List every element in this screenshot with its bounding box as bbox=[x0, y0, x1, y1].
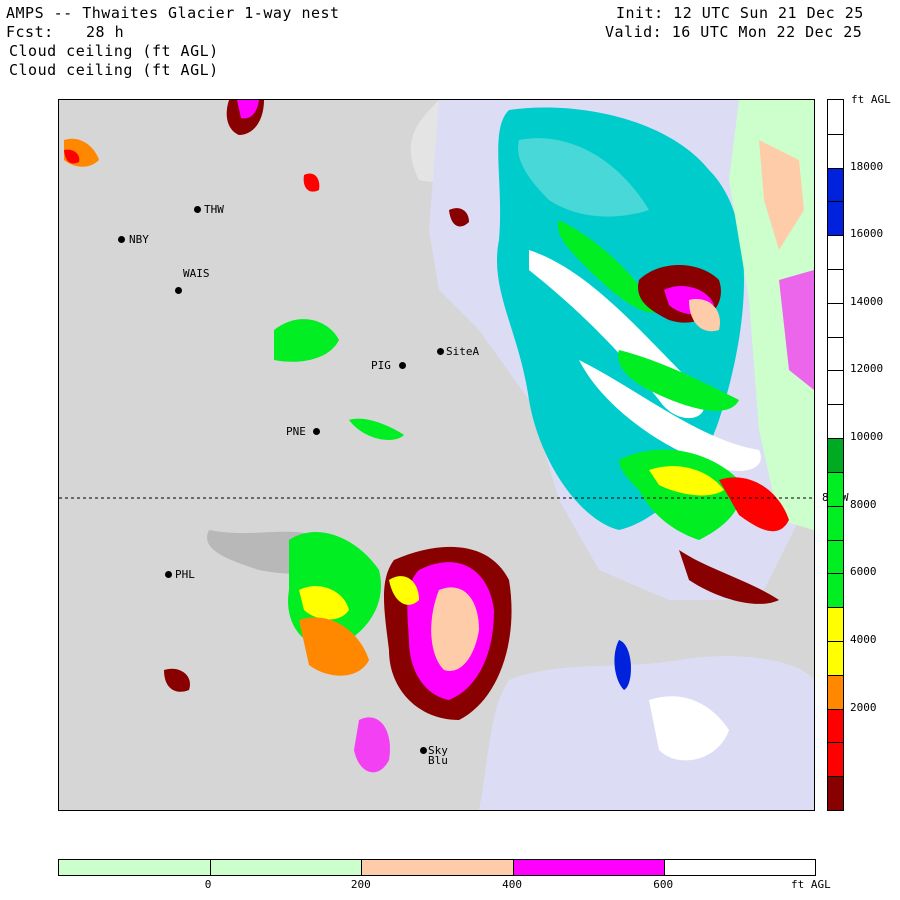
station-marker bbox=[399, 362, 406, 369]
field-name-1: Cloud ceiling (ft AGL) bbox=[9, 42, 219, 60]
forecast-hour: 28 h bbox=[86, 23, 125, 41]
right-colorbar-segment bbox=[828, 742, 843, 777]
right-colorbar-tick-label: 2000 bbox=[850, 700, 877, 714]
bottom-colorbar-tick-label: 400 bbox=[502, 878, 522, 891]
right-colorbar-segment bbox=[828, 607, 843, 642]
bottom-colorbar-tick-label: 600 bbox=[653, 878, 674, 891]
right-colorbar-segment bbox=[828, 100, 843, 135]
bottom-colorbar-segment bbox=[59, 860, 211, 875]
right-colorbar bbox=[827, 99, 844, 811]
bottom-colorbar-segment bbox=[663, 860, 815, 875]
low-cloud-region-south bbox=[479, 656, 814, 810]
field-name-2: Cloud ceiling (ft AGL) bbox=[9, 61, 219, 79]
right-colorbar-tick-label: 6000 bbox=[850, 565, 877, 579]
station-marker bbox=[165, 571, 172, 578]
right-colorbar-unit: ft AGL bbox=[851, 93, 891, 106]
bottom-colorbar-segment bbox=[210, 860, 362, 875]
right-colorbar-segment bbox=[828, 776, 843, 811]
right-colorbar-segment bbox=[828, 708, 843, 743]
right-colorbar-segment bbox=[828, 336, 843, 371]
bottom-colorbar-segment bbox=[361, 860, 513, 875]
right-colorbar-tick-label: 18000 bbox=[850, 159, 884, 173]
bottom-colorbar-unit: ft AGL bbox=[791, 878, 831, 891]
station-marker bbox=[175, 287, 182, 294]
bottom-colorbar-tick-label: 0 bbox=[204, 878, 212, 891]
right-colorbar-segment bbox=[828, 302, 843, 338]
right-colorbar-segment bbox=[828, 167, 843, 202]
bottom-colorbar bbox=[58, 859, 816, 876]
right-colorbar-tick-label: 12000 bbox=[850, 362, 884, 376]
right-colorbar-segment bbox=[828, 573, 843, 608]
map-canvas bbox=[59, 100, 814, 810]
right-colorbar-segment bbox=[828, 471, 843, 507]
right-colorbar-segment bbox=[828, 370, 843, 405]
right-colorbar-segment bbox=[828, 235, 843, 270]
station-label: Blu bbox=[428, 754, 448, 767]
forecast-label: Fcst: bbox=[6, 23, 54, 41]
station-label: WAIS bbox=[183, 267, 210, 280]
station-label: PIG bbox=[371, 359, 391, 372]
station-label: THW bbox=[204, 203, 224, 216]
right-colorbar-segment bbox=[828, 133, 843, 169]
station-marker bbox=[420, 747, 427, 754]
right-colorbar-segment bbox=[828, 201, 843, 236]
station-marker bbox=[437, 348, 444, 355]
right-colorbar-segment bbox=[828, 640, 843, 676]
right-colorbar-tick-label: 16000 bbox=[850, 227, 884, 241]
station-marker bbox=[194, 206, 201, 213]
right-colorbar-tick-label: 14000 bbox=[850, 294, 884, 308]
bottom-colorbar-segment bbox=[512, 860, 664, 875]
right-colorbar-tick-label: 4000 bbox=[850, 632, 877, 646]
station-label: PHL bbox=[175, 568, 195, 581]
right-colorbar-segment bbox=[828, 674, 843, 710]
right-colorbar-segment bbox=[828, 505, 843, 540]
station-marker bbox=[313, 428, 320, 435]
valid-time: Valid: 16 UTC Mon 22 Dec 25 bbox=[605, 23, 863, 41]
station-label: NBY bbox=[129, 233, 149, 246]
map-panel bbox=[58, 99, 815, 811]
station-label: SiteA bbox=[446, 345, 480, 358]
right-colorbar-segment bbox=[828, 539, 843, 574]
right-colorbar-tick-label: 10000 bbox=[850, 430, 884, 444]
right-colorbar-segment bbox=[828, 438, 843, 473]
right-colorbar-segment bbox=[828, 269, 843, 304]
right-colorbar-tick-label: 8000 bbox=[850, 497, 877, 511]
plot-title: AMPS -- Thwaites Glacier 1-way nest bbox=[6, 4, 340, 22]
bottom-colorbar-tick-label: 200 bbox=[350, 878, 371, 891]
station-label: PNE bbox=[286, 425, 306, 438]
right-colorbar-segment bbox=[828, 404, 843, 439]
station-marker bbox=[118, 236, 125, 243]
init-time: Init: 12 UTC Sun 21 Dec 25 bbox=[616, 4, 864, 22]
